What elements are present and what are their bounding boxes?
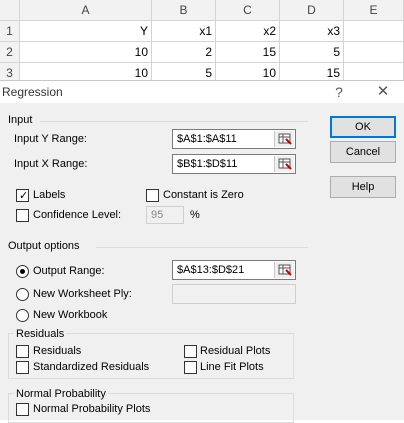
corner-cell[interactable] [0,0,20,21]
output-range-radio[interactable] [16,265,29,278]
output-section-divider [96,247,308,248]
output-range-field[interactable]: $A$13:$D$21 [172,260,296,280]
residual-plots-label[interactable]: Residual Plots [200,345,270,357]
dialog-body: Input Input Y Range: $A$1:$A$11 Input X … [0,103,404,423]
range-picker-icon[interactable] [274,262,294,278]
residuals-checkbox-label[interactable]: Residuals [33,345,81,357]
regression-dialog: Regression ? ✕ Input Input Y Range: $A$1… [0,80,404,423]
input-section-label: Input [8,114,33,126]
confidence-level-value: 95 [151,209,164,221]
range-picker-icon[interactable] [274,156,294,172]
help-button[interactable]: Help [330,176,396,198]
column-header-b[interactable]: B [152,0,216,21]
confidence-level-input[interactable]: 95 [146,206,184,224]
column-header-e[interactable]: E [344,0,404,21]
sheet-row: 1 Y x1 x2 x3 [0,21,404,42]
cell-d2[interactable]: 5 [280,42,344,63]
row-number[interactable]: 1 [0,21,20,42]
constant-is-zero-checkbox[interactable] [146,189,159,202]
dialog-title: Regression [2,85,63,99]
sheet-row: 2 10 2 15 5 [0,42,404,63]
output-range-value: $A$13:$D$21 [177,264,245,276]
residuals-section-label: Residuals [14,328,67,340]
new-worksheet-ply-field[interactable] [172,284,296,304]
close-icon[interactable]: ✕ [372,82,394,102]
cell-a1[interactable]: Y [20,21,152,42]
labels-checkbox-label[interactable]: Labels [33,189,65,201]
column-header-d[interactable]: D [280,0,344,21]
cell-b1[interactable]: x1 [152,21,216,42]
cell-d1[interactable]: x3 [280,21,344,42]
confidence-level-checkbox[interactable] [16,209,29,222]
input-x-range-label: Input X Range: [14,158,88,170]
input-y-range-label: Input Y Range: [14,133,87,145]
constant-is-zero-label[interactable]: Constant is Zero [163,189,244,201]
spreadsheet-area: A B C D E 1 Y x1 x2 x3 2 10 2 15 5 3 10 … [0,0,404,84]
normal-probability-section-label: Normal Probability [14,388,108,400]
column-header-a[interactable]: A [20,0,152,21]
normal-probability-plots-label[interactable]: Normal Probability Plots [33,403,150,415]
percent-sign: % [190,209,200,221]
labels-checkbox[interactable]: ✓ [16,189,29,202]
normal-probability-plots-checkbox[interactable] [16,403,29,416]
column-header-c[interactable]: C [216,0,280,21]
cancel-button[interactable]: Cancel [330,141,396,163]
standardized-residuals-checkbox[interactable] [16,361,29,374]
input-y-range-field[interactable]: $A$1:$A$11 [172,129,296,149]
line-fit-plots-checkbox[interactable] [184,361,197,374]
input-y-range-value: $A$1:$A$11 [177,133,237,145]
output-options-label: Output options [8,240,80,252]
cell-b2[interactable]: 2 [152,42,216,63]
range-picker-icon[interactable] [274,131,294,147]
cell-c1[interactable]: x2 [216,21,280,42]
residual-plots-checkbox[interactable] [184,345,197,358]
new-workbook-radio[interactable] [16,309,29,322]
dialog-titlebar[interactable]: Regression ? ✕ [0,81,404,103]
input-x-range-value: $B$1:$D$11 [177,158,238,170]
checkmark-icon: ✓ [19,190,29,202]
output-range-label[interactable]: Output Range: [33,265,105,277]
standardized-residuals-label[interactable]: Standardized Residuals [33,361,149,373]
new-workbook-label[interactable]: New Workbook [33,309,107,321]
line-fit-plots-label[interactable]: Line Fit Plots [200,361,264,373]
confidence-level-label[interactable]: Confidence Level: [33,209,121,221]
cell-e1[interactable] [344,21,404,42]
cell-a2[interactable]: 10 [20,42,152,63]
input-x-range-field[interactable]: $B$1:$D$11 [172,154,296,174]
column-header-row: A B C D E [0,0,404,21]
new-worksheet-ply-label[interactable]: New Worksheet Ply: [33,288,132,300]
ok-button[interactable]: OK [330,116,396,138]
cell-e2[interactable] [344,42,404,63]
new-worksheet-ply-radio[interactable] [16,288,29,301]
cell-c2[interactable]: 15 [216,42,280,63]
input-section-divider [40,121,308,122]
residuals-checkbox[interactable] [16,345,29,358]
radio-selected-dot [20,269,25,274]
help-icon[interactable]: ? [328,82,350,102]
row-number[interactable]: 2 [0,42,20,63]
